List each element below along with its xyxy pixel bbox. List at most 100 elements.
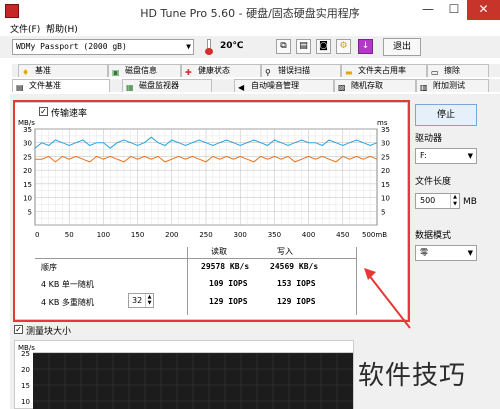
y-tick-label-left: 35 bbox=[23, 126, 32, 134]
tab-label: 附加测试 bbox=[433, 81, 465, 90]
chevron-down-icon: ▼ bbox=[186, 42, 191, 51]
tab-label: 基准 bbox=[35, 66, 51, 75]
download-icon[interactable]: ↓ bbox=[358, 39, 373, 54]
copy-all-icon[interactable]: ▤ bbox=[296, 39, 311, 54]
tab-random-access[interactable]: ▨ 随机存取 bbox=[334, 79, 416, 92]
tab-label: 文件基准 bbox=[29, 81, 61, 90]
tab-noise[interactable]: ◀ 自动噪音管理 bbox=[234, 79, 334, 92]
chevron-down-icon: ▼ bbox=[467, 249, 473, 257]
tab-label: 磁盘监视器 bbox=[139, 81, 179, 90]
data-mode-value: 零 bbox=[420, 248, 428, 257]
y-tick-label-right: 25 bbox=[381, 153, 390, 161]
close-button[interactable]: ✕ bbox=[467, 0, 500, 20]
drive-dropdown[interactable]: F: ▼ bbox=[415, 148, 477, 164]
drive-value: F: bbox=[420, 151, 427, 160]
y-tick-label: 10 bbox=[21, 398, 30, 406]
drive-select[interactable]: WDMy Passport (2000 gB) ▼ bbox=[12, 39, 194, 55]
options-icon[interactable]: ⚙ bbox=[336, 39, 351, 54]
file-length-stepper[interactable]: 500 ▲ ▼ bbox=[415, 193, 460, 209]
tab-label: 擦除 bbox=[444, 66, 460, 75]
health-icon: ✚ bbox=[185, 68, 192, 77]
y-tick-label: 20 bbox=[21, 366, 30, 374]
drive-label: 驱动器 bbox=[415, 134, 443, 144]
queue-depth-value: 32 bbox=[132, 296, 143, 305]
x-tick-label: 0 bbox=[35, 231, 39, 239]
transfer-rate-checkbox[interactable]: ✓ bbox=[39, 107, 48, 116]
tab-erase[interactable]: ▭ 擦除 bbox=[427, 64, 489, 77]
block-size-label: 测量块大小 bbox=[26, 327, 72, 337]
minimize-button[interactable]: — bbox=[415, 0, 441, 20]
thermometer-icon bbox=[205, 39, 213, 55]
red-arrow-icon bbox=[364, 268, 411, 329]
exit-button[interactable]: 退出 bbox=[383, 38, 421, 56]
write-value: 129 IOPS bbox=[277, 297, 316, 306]
extra-tests-icon: ▥ bbox=[420, 83, 428, 92]
read-value: 129 IOPS bbox=[209, 297, 248, 306]
data-mode-label: 数据模式 bbox=[415, 231, 452, 241]
col-read-header: 读取 bbox=[211, 247, 227, 256]
camera-icon[interactable]: ◙ bbox=[316, 39, 331, 54]
tab-label: 健康状态 bbox=[198, 66, 230, 75]
disk-monitor-icon: ▦ bbox=[126, 83, 134, 92]
file-length-value: 500 bbox=[420, 196, 436, 205]
menu-help[interactable]: 帮助(H) bbox=[46, 22, 78, 35]
y-tick-label-left: 20 bbox=[23, 167, 32, 175]
transfer-rate-section: ✓ 传输速率 MB/s ms 35 30 25 20 15 10 5 35 30 25 20 15 1… bbox=[14, 102, 408, 320]
tab-disk-monitor[interactable]: ▦ 磁盘监视器 bbox=[122, 79, 212, 92]
row-label: 4 KB 单一随机 bbox=[41, 280, 94, 289]
file-length-unit: MB bbox=[463, 197, 477, 207]
spinner-arrows-icon[interactable]: ▲ ▼ bbox=[145, 294, 153, 307]
tab-disk-info[interactable]: ▣ 磁盘信息 bbox=[108, 64, 181, 77]
x-tick-label: 250 bbox=[199, 231, 212, 239]
tab-extra-tests[interactable]: ▥ 附加测试 bbox=[416, 79, 489, 92]
tab-error-scan[interactable]: ⚲ 错误扫描 bbox=[261, 64, 341, 77]
x-tick-label: 500mB bbox=[362, 231, 387, 239]
x-tick-label: 300 bbox=[234, 231, 247, 239]
stop-button[interactable]: 停止 bbox=[415, 104, 477, 126]
y-tick-label-left: 10 bbox=[23, 195, 32, 203]
transfer-rate-chart: MB/s ms 3530252015105 3530252015105 0 50 1… bbox=[18, 119, 390, 239]
spinner-arrows-icon[interactable]: ▲ ▼ bbox=[450, 194, 459, 208]
data-mode-dropdown[interactable]: 零 ▼ bbox=[415, 245, 477, 261]
y-tick-label-left: 5 bbox=[28, 208, 32, 216]
block-size-chart-area: MB/s 25 20 15 10 bbox=[14, 340, 354, 409]
y-tick-label-right: 10 bbox=[381, 195, 390, 203]
toolbar: WDMy Passport (2000 gB) ▼ 20℃ ⧉ ▤ ◙ ⚙ ↓ … bbox=[0, 36, 500, 58]
y-tick-label-left: 25 bbox=[23, 153, 32, 161]
error-scan-icon: ⚲ bbox=[265, 68, 271, 77]
tab-benchmark[interactable]: ♦ 基准 bbox=[18, 64, 108, 77]
tab-label: 错误扫描 bbox=[278, 66, 310, 75]
tab-row-top: ♦ 基准 ▣ 磁盘信息 ✚ 健康状态 ⚲ 错误扫描 ▬ 文件夹占用率 ▭ 擦除 bbox=[12, 64, 500, 77]
x-tick-label: 150 bbox=[131, 231, 144, 239]
block-size-chart: MB/s 25201510 bbox=[18, 344, 353, 409]
y-tick-label: 25 bbox=[21, 350, 30, 358]
tab-file-benchmark[interactable]: ▤ 文件基准 bbox=[12, 79, 110, 92]
col-write-header: 写入 bbox=[277, 247, 293, 256]
write-value: 153 IOPS bbox=[277, 279, 316, 288]
file-benchmark-icon: ▤ bbox=[16, 83, 24, 92]
read-value: 109 IOPS bbox=[209, 279, 248, 288]
y-tick-label-left: 15 bbox=[23, 181, 32, 189]
menu-file[interactable]: 文件(F) bbox=[10, 22, 40, 35]
y-tick-label-right: 20 bbox=[381, 167, 390, 175]
title-bar: HD Tune Pro 5.60 - 硬盘/固态硬盘实用程序 — ☐ ✕ bbox=[0, 0, 500, 22]
x-tick-label: 400 bbox=[302, 231, 315, 239]
block-size-checkbox[interactable]: ✓ bbox=[14, 325, 23, 334]
queue-depth-stepper[interactable]: 32 ▲ ▼ bbox=[128, 293, 154, 308]
folder-icon: ▬ bbox=[345, 68, 353, 77]
tab-label: 磁盘信息 bbox=[125, 66, 157, 75]
read-value: 29578 KB/s bbox=[201, 262, 250, 271]
write-value: 24569 KB/s bbox=[270, 262, 319, 271]
tab-folder-usage[interactable]: ▬ 文件夹占用率 bbox=[341, 64, 427, 77]
x-tick-label: 350 bbox=[268, 231, 281, 239]
maximize-button[interactable]: ☐ bbox=[441, 0, 467, 20]
x-tick-label: 50 bbox=[65, 231, 74, 239]
divider bbox=[35, 258, 357, 259]
temperature-value: 20℃ bbox=[220, 41, 244, 51]
tab-label: 文件夹占用率 bbox=[358, 66, 406, 75]
tab-health[interactable]: ✚ 健康状态 bbox=[181, 64, 261, 77]
copy-icon[interactable]: ⧉ bbox=[276, 39, 291, 54]
y-tick-label-left: 30 bbox=[23, 140, 32, 148]
tab-row-bottom: ▤ 文件基准 ▦ 磁盘监视器 ◀ 自动噪音管理 ▨ 随机存取 ▥ 附加测试 bbox=[12, 79, 500, 92]
noise-icon: ◀ bbox=[238, 83, 245, 92]
